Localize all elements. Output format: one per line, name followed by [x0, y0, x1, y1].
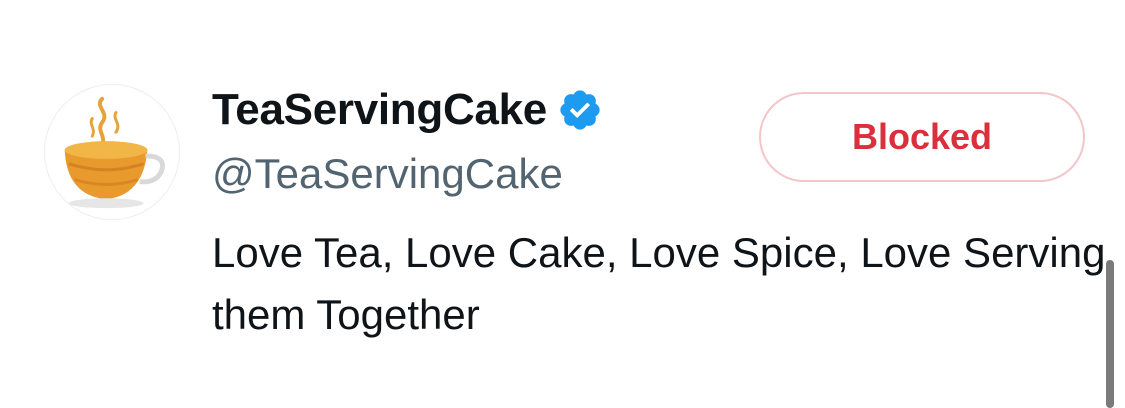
avatar[interactable]	[44, 84, 180, 220]
verified-badge-icon	[557, 87, 603, 133]
display-name-row: TeaServingCake	[212, 82, 603, 138]
user-cell[interactable]: TeaServingCake @TeaServingCake Love Tea,…	[0, 0, 1125, 408]
tea-cup-icon	[64, 96, 165, 209]
scrollbar[interactable]	[1106, 260, 1114, 408]
blocked-button[interactable]: Blocked	[759, 92, 1085, 182]
display-name[interactable]: TeaServingCake	[212, 85, 547, 135]
user-handle: @TeaServingCake	[212, 150, 563, 197]
blocked-button-label: Blocked	[851, 116, 993, 157]
user-bio: Love Tea, Love Cake, Love Spice, Love Se…	[212, 229, 1106, 338]
